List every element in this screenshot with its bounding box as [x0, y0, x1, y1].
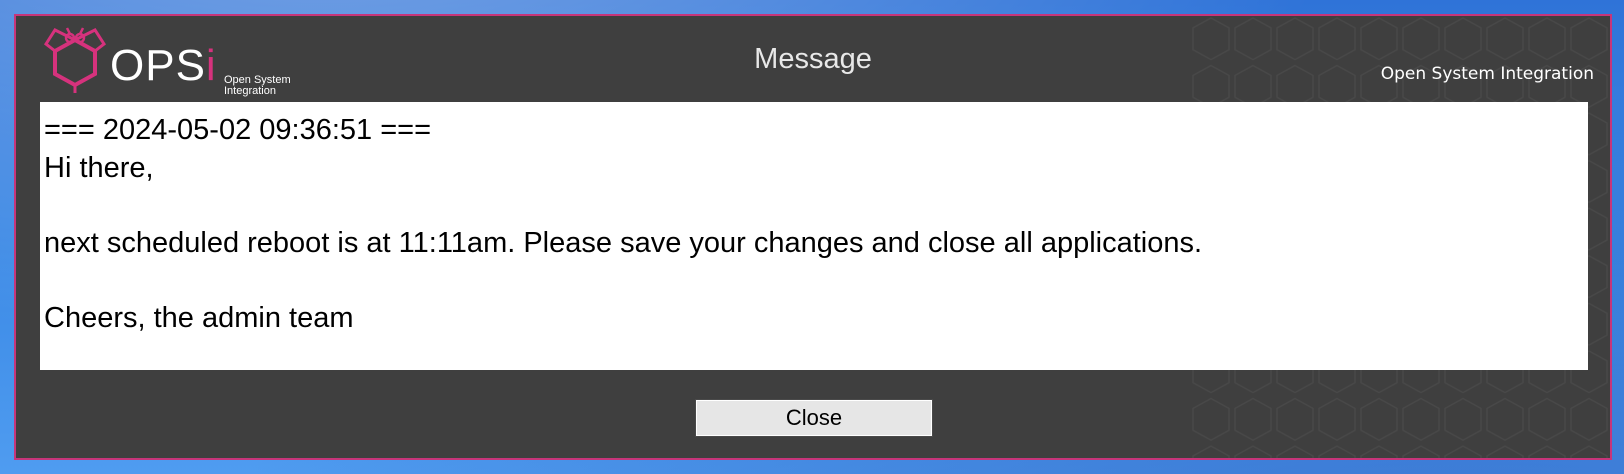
message-text-area[interactable]: === 2024-05-02 09:36:51 === Hi there, ne…	[40, 102, 1588, 370]
dialog-header: OPSi Open System Integration Message Ope…	[16, 16, 1610, 106]
message-line-blank	[44, 187, 1584, 225]
message-line-body: next scheduled reboot is at 11:11am. Ple…	[44, 226, 1203, 259]
message-line-greeting: Hi there,	[44, 151, 154, 184]
dialog-title: Message	[754, 43, 872, 75]
brand-text: Open System Integration	[1380, 64, 1594, 84]
logo-tagline: Open System Integration	[224, 74, 291, 97]
close-button[interactable]: Close	[695, 399, 933, 437]
message-line-blank	[44, 262, 1584, 300]
message-line-timestamp: === 2024-05-02 09:36:51 ===	[44, 114, 432, 146]
message-dialog: OPSi Open System Integration Message Ope…	[14, 14, 1612, 460]
message-line-signature: Cheers, the admin team	[44, 301, 354, 334]
